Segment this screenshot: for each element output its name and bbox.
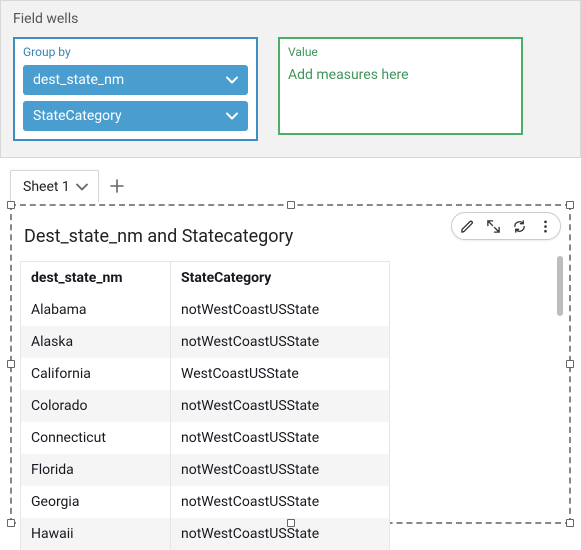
tab-sheet-1[interactable]: Sheet 1	[10, 170, 99, 202]
cell: notWestCoastUSState	[171, 518, 389, 550]
cell: WestCoastUSState	[171, 358, 389, 390]
tab-label: Sheet 1	[23, 179, 70, 195]
chip-label: dest_state_nm	[33, 72, 124, 88]
table-header-row: dest_state_nm StateCategory	[21, 262, 389, 294]
field-wells-title: Field wells	[13, 11, 568, 27]
chevron-down-icon	[226, 74, 238, 86]
cell: California	[21, 358, 171, 390]
table-row: Georgia notWestCoastUSState	[21, 486, 389, 518]
table-row: Connecticut notWestCoastUSState	[21, 422, 389, 454]
chip-label: StateCategory	[33, 108, 122, 124]
resize-handle[interactable]	[7, 360, 15, 368]
value-label: Value	[288, 45, 513, 59]
group-by-label: Group by	[23, 45, 248, 59]
resize-handle[interactable]	[566, 519, 574, 527]
cell: Connecticut	[21, 422, 171, 454]
table-row: Colorado notWestCoastUSState	[21, 390, 389, 422]
sheet-tabs: Sheet 1	[0, 168, 581, 204]
cell: notWestCoastUSState	[171, 326, 389, 358]
cell: Alabama	[21, 294, 171, 326]
cell: notWestCoastUSState	[171, 390, 389, 422]
group-by-well[interactable]: Group by dest_state_nm StateCategory	[13, 37, 258, 141]
cell: notWestCoastUSState	[171, 454, 389, 486]
vertical-scrollbar[interactable]	[557, 256, 563, 316]
column-header[interactable]: dest_state_nm	[21, 262, 171, 294]
cell: Alaska	[21, 326, 171, 358]
column-header[interactable]: StateCategory	[171, 262, 389, 294]
chevron-down-icon	[226, 110, 238, 122]
cell: Florida	[21, 454, 171, 486]
resize-handle[interactable]	[287, 519, 295, 527]
table-row: California WestCoastUSState	[21, 358, 389, 390]
cell: Colorado	[21, 390, 171, 422]
chevron-down-icon[interactable]	[76, 181, 88, 193]
cell: notWestCoastUSState	[171, 486, 389, 518]
refresh-icon[interactable]	[510, 217, 528, 235]
visual-toolbar	[451, 212, 561, 240]
cell: Hawaii	[21, 518, 171, 550]
resize-handle[interactable]	[7, 519, 15, 527]
group-by-field-dest-state-nm[interactable]: dest_state_nm	[23, 65, 248, 95]
cell: Georgia	[21, 486, 171, 518]
more-icon[interactable]	[536, 217, 554, 235]
group-by-field-state-category[interactable]: StateCategory	[23, 101, 248, 131]
resize-handle[interactable]	[566, 201, 574, 209]
field-wells-panel: Field wells Group by dest_state_nm State…	[0, 0, 581, 158]
table-row: Alaska notWestCoastUSState	[21, 326, 389, 358]
value-placeholder: Add measures here	[288, 65, 513, 83]
table-row: Alabama notWestCoastUSState	[21, 294, 389, 326]
expand-icon[interactable]	[484, 217, 502, 235]
cell: notWestCoastUSState	[171, 422, 389, 454]
value-well[interactable]: Value Add measures here	[278, 37, 523, 135]
table-row: Florida notWestCoastUSState	[21, 454, 389, 486]
resize-handle[interactable]	[566, 360, 574, 368]
add-sheet-button[interactable]	[103, 172, 131, 200]
resize-handle[interactable]	[287, 201, 295, 209]
visual-canvas[interactable]: Dest_state_nm and Statecategory dest_sta…	[10, 204, 571, 524]
pencil-icon[interactable]	[458, 217, 476, 235]
cell: notWestCoastUSState	[171, 294, 389, 326]
wells-row: Group by dest_state_nm StateCategory Val…	[13, 37, 568, 141]
table-row: Hawaii notWestCoastUSState	[21, 518, 389, 550]
resize-handle[interactable]	[7, 201, 15, 209]
data-table: dest_state_nm StateCategory Alabama notW…	[20, 261, 390, 550]
